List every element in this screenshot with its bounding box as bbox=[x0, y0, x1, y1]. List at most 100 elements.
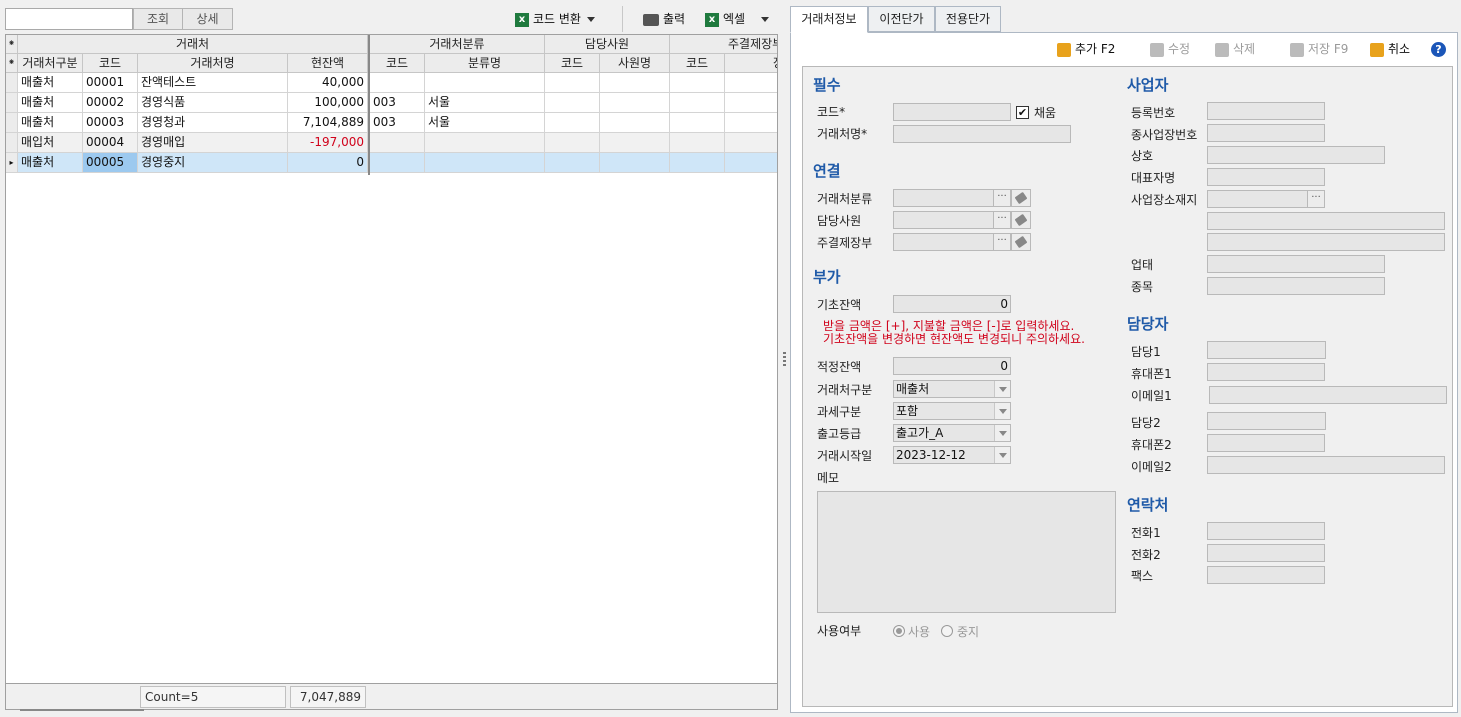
row-indicator[interactable] bbox=[6, 133, 18, 153]
row-indicator[interactable]: ▸ bbox=[6, 153, 18, 173]
save-button[interactable]: 저장 F9 bbox=[1290, 38, 1348, 60]
staff-field[interactable] bbox=[893, 211, 995, 229]
ledger-field[interactable] bbox=[893, 233, 995, 251]
tel1-field[interactable] bbox=[1207, 522, 1325, 540]
ceo-name-field[interactable] bbox=[1207, 168, 1325, 186]
cell-empty[interactable] bbox=[545, 113, 600, 133]
help-button[interactable]: ? bbox=[1431, 42, 1446, 57]
chevron-down-icon[interactable] bbox=[994, 447, 1010, 463]
edit-button[interactable]: 수정 bbox=[1150, 38, 1190, 60]
column-header-name[interactable]: 거래처명 bbox=[138, 54, 288, 73]
cell-code[interactable]: 00004 bbox=[83, 133, 138, 153]
address-line2-field[interactable] bbox=[1207, 233, 1445, 251]
cell-cat-code[interactable] bbox=[370, 133, 425, 153]
business-type-field[interactable] bbox=[1207, 255, 1385, 273]
cell-cat-name[interactable]: 서울 bbox=[425, 113, 545, 133]
cell-empty[interactable] bbox=[545, 93, 600, 113]
code-field[interactable] bbox=[893, 103, 1011, 121]
column-header-balance[interactable]: 현잔액 bbox=[288, 54, 368, 73]
cell-code[interactable]: 00001 bbox=[83, 73, 138, 93]
column-header-staff-code[interactable]: 코드 bbox=[545, 54, 600, 73]
cell-empty[interactable] bbox=[600, 133, 670, 153]
customer-type-select[interactable]: 매출처 bbox=[893, 380, 1011, 398]
memo-textarea[interactable] bbox=[817, 491, 1116, 613]
staff-lookup-button[interactable]: ··· bbox=[993, 211, 1011, 229]
print-button[interactable]: 출력 bbox=[643, 8, 685, 30]
company-name-field[interactable] bbox=[1207, 146, 1385, 164]
cell-empty[interactable] bbox=[600, 73, 670, 93]
search-input[interactable] bbox=[5, 8, 133, 30]
add-button[interactable]: 추가 F2 bbox=[1057, 38, 1115, 60]
cell-type[interactable]: 매출처 bbox=[18, 153, 83, 173]
search-button[interactable]: 조회 bbox=[133, 8, 183, 30]
ledger-clear-button[interactable] bbox=[1011, 233, 1031, 251]
cell-empty[interactable] bbox=[600, 113, 670, 133]
code-convert-button[interactable]: x 코드 변환 bbox=[515, 8, 595, 30]
chevron-down-icon[interactable] bbox=[761, 17, 770, 22]
category-lookup-button[interactable]: ··· bbox=[993, 189, 1011, 207]
column-header-category-code[interactable]: 코드 bbox=[370, 54, 425, 73]
business-item-field[interactable] bbox=[1207, 277, 1385, 295]
cell-code[interactable]: 00005 bbox=[83, 153, 138, 173]
cell-cat-name[interactable]: 서울 bbox=[425, 93, 545, 113]
cell-cat-code[interactable] bbox=[370, 153, 425, 173]
category-clear-button[interactable] bbox=[1011, 189, 1031, 207]
email1-field[interactable] bbox=[1209, 386, 1447, 404]
cell-empty[interactable] bbox=[725, 133, 777, 153]
cell-name[interactable]: 잔액테스트 bbox=[138, 73, 288, 93]
tab-exclusive-price[interactable]: 전용단가 bbox=[935, 6, 1001, 32]
cell-empty[interactable] bbox=[670, 73, 725, 93]
initial-balance-field[interactable]: 0 bbox=[893, 295, 1011, 313]
cell-cat-name[interactable] bbox=[425, 153, 545, 173]
cell-type[interactable]: 매출처 bbox=[18, 73, 83, 93]
cell-cat-code[interactable]: 003 bbox=[370, 93, 425, 113]
cell-code[interactable]: 00002 bbox=[83, 93, 138, 113]
cell-cat-name[interactable] bbox=[425, 73, 545, 93]
cell-empty[interactable] bbox=[670, 133, 725, 153]
cell-type[interactable]: 매출처 bbox=[18, 93, 83, 113]
reg-number-field[interactable] bbox=[1207, 102, 1325, 120]
address-lookup-button[interactable]: ··· bbox=[1307, 190, 1325, 208]
email2-field[interactable] bbox=[1207, 456, 1445, 474]
ledger-lookup-button[interactable]: ··· bbox=[993, 233, 1011, 251]
delete-button[interactable]: 삭제 bbox=[1215, 38, 1255, 60]
cell-empty[interactable] bbox=[545, 153, 600, 173]
chevron-down-icon[interactable] bbox=[994, 381, 1010, 397]
cell-name[interactable]: 경영식품 bbox=[138, 93, 288, 113]
excel-button[interactable]: x 엑셀 bbox=[705, 8, 770, 30]
cell-empty[interactable] bbox=[725, 153, 777, 173]
cell-empty[interactable] bbox=[670, 153, 725, 173]
cell-empty[interactable] bbox=[670, 93, 725, 113]
cell-empty[interactable] bbox=[600, 153, 670, 173]
tab-customer-info[interactable]: 거래처정보 bbox=[790, 6, 868, 33]
tax-type-select[interactable]: 포함 bbox=[893, 402, 1011, 420]
cell-empty[interactable] bbox=[725, 113, 777, 133]
detail-button[interactable]: 상세 bbox=[182, 8, 233, 30]
proper-balance-field[interactable]: 0 bbox=[893, 357, 1011, 375]
cell-empty[interactable] bbox=[670, 113, 725, 133]
auto-fill-checkbox[interactable]: ✔ bbox=[1016, 106, 1029, 119]
tab-previous-price[interactable]: 이전단가 bbox=[868, 6, 935, 32]
release-grade-select[interactable]: 출고가_A bbox=[893, 424, 1011, 442]
cell-cat-name[interactable] bbox=[425, 133, 545, 153]
fax-field[interactable] bbox=[1207, 566, 1325, 584]
cell-name[interactable]: 경영매입 bbox=[138, 133, 288, 153]
row-indicator[interactable] bbox=[6, 93, 18, 113]
cell-empty[interactable] bbox=[545, 133, 600, 153]
sub-business-field[interactable] bbox=[1207, 124, 1325, 142]
tel2-field[interactable] bbox=[1207, 544, 1325, 562]
start-date-picker[interactable]: 2023-12-12 bbox=[893, 446, 1011, 464]
address-zip-field[interactable] bbox=[1207, 190, 1309, 208]
person2-field[interactable] bbox=[1207, 412, 1326, 430]
cell-name[interactable]: 경영청과 bbox=[138, 113, 288, 133]
column-header-code[interactable]: 코드 bbox=[83, 54, 138, 73]
staff-clear-button[interactable] bbox=[1011, 211, 1031, 229]
cell-empty[interactable] bbox=[725, 73, 777, 93]
cell-type[interactable]: 매출처 bbox=[18, 113, 83, 133]
use-on-radio[interactable] bbox=[893, 625, 905, 637]
row-indicator[interactable] bbox=[6, 73, 18, 93]
column-header-ledger-name[interactable]: 장 bbox=[725, 54, 777, 73]
use-off-radio[interactable] bbox=[941, 625, 953, 637]
customer-name-field[interactable] bbox=[893, 125, 1071, 143]
person1-field[interactable] bbox=[1207, 341, 1326, 359]
